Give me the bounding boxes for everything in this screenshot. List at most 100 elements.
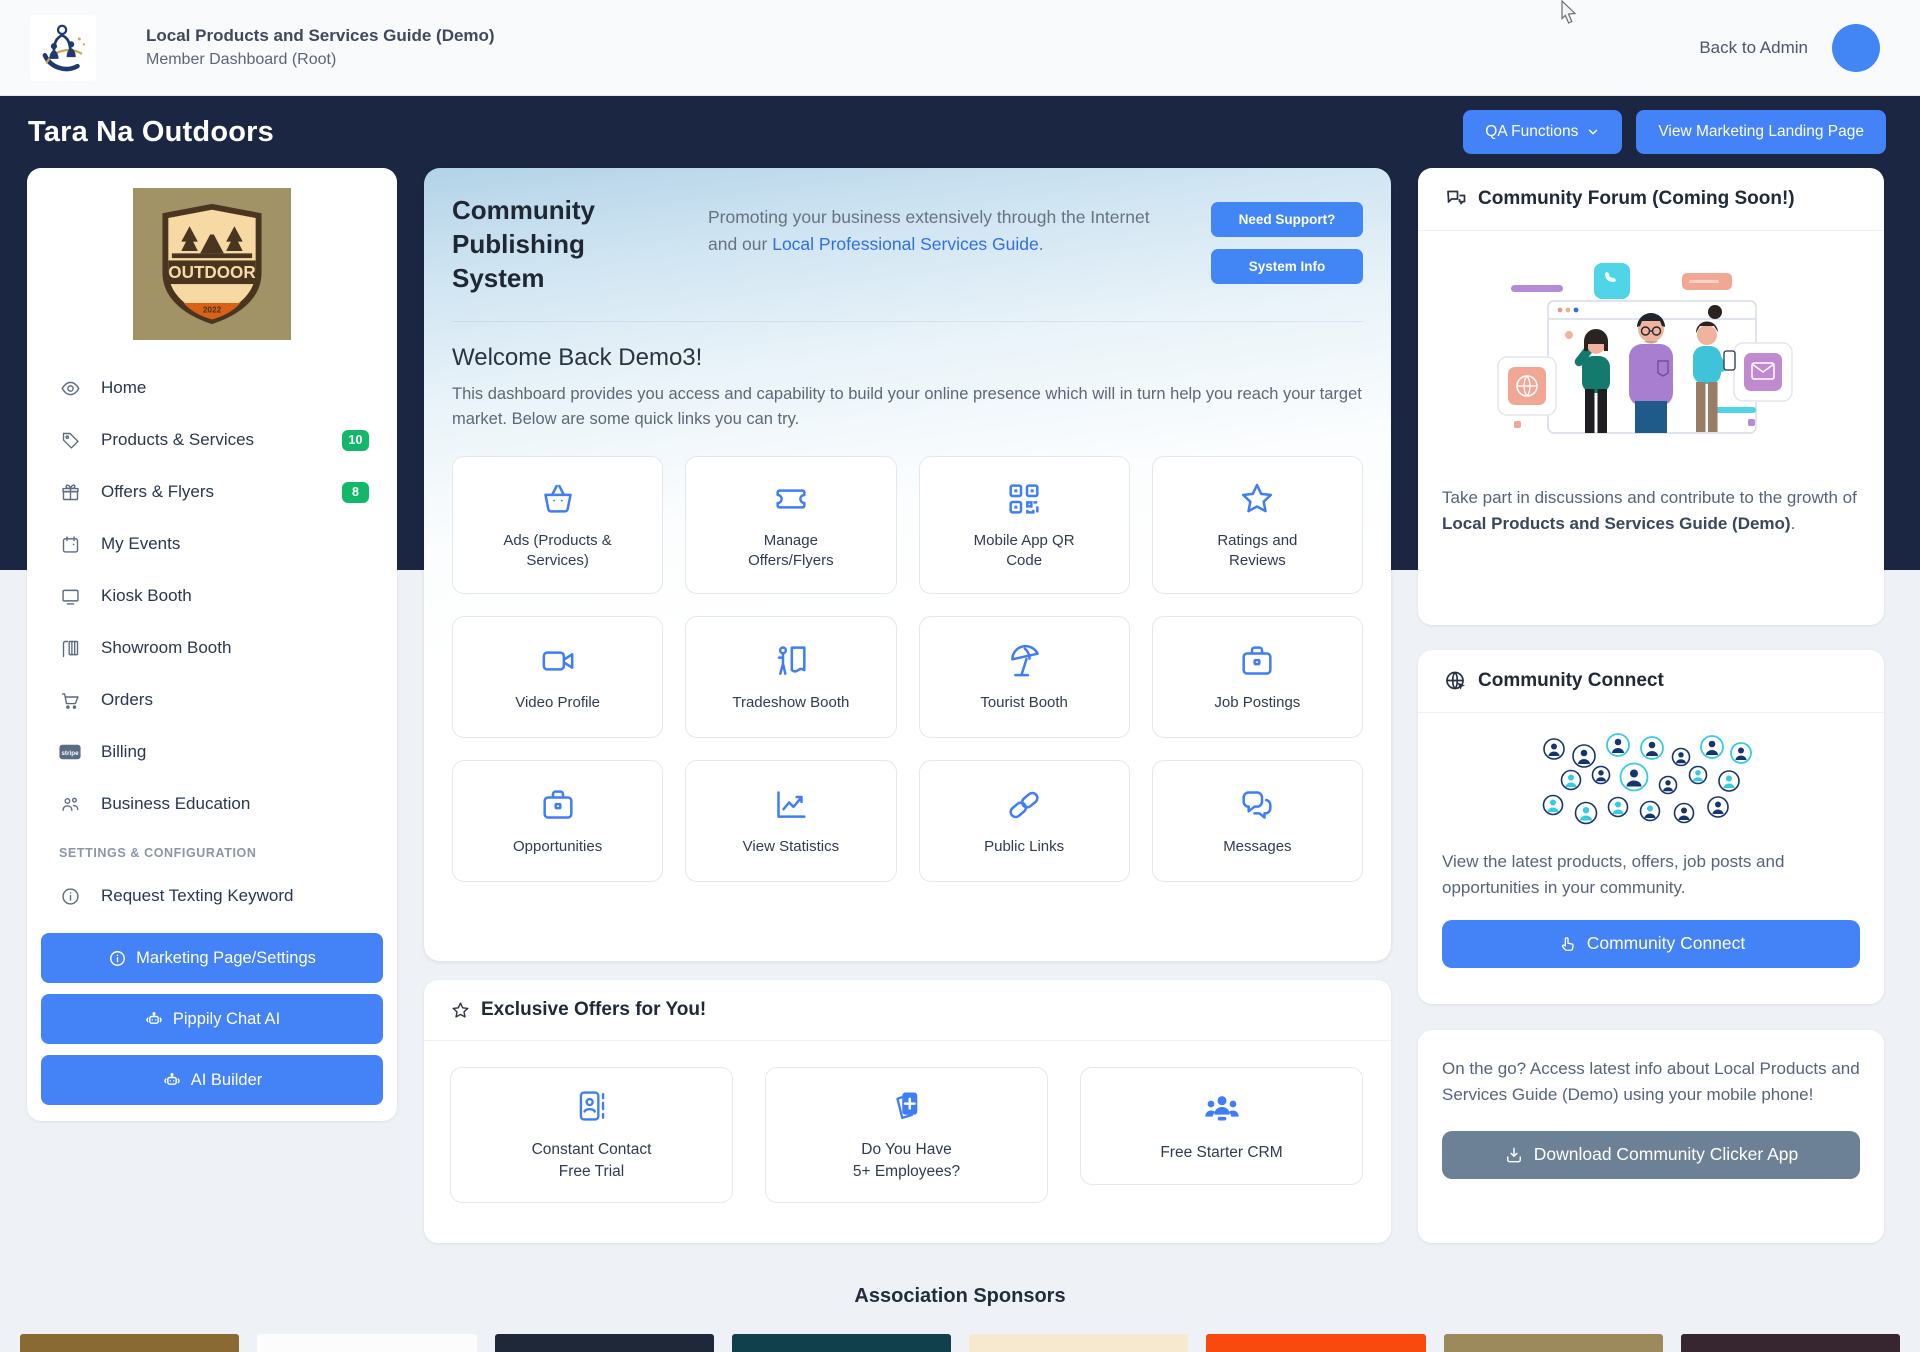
quick-link-opportunities[interactable]: Opportunities: [452, 759, 664, 882]
sidebar-item-offers-flyers[interactable]: Offers & Flyers 8: [41, 466, 383, 518]
sponsor-thumbnail[interactable]: [1206, 1334, 1426, 1352]
community-forum-illustration: [1442, 241, 1860, 485]
marketing-page-settings-button[interactable]: Marketing Page/Settings: [41, 933, 383, 983]
sidebar-item-showroom-booth[interactable]: Showroom Booth: [41, 622, 383, 674]
community-forum-card: Community Forum (Coming Soon!) Take part…: [1418, 168, 1884, 625]
showroom-icon: [59, 637, 81, 659]
offers-count-badge: 8: [342, 481, 369, 503]
mobile-app-description: On the go? Access latest info about Loca…: [1442, 1059, 1860, 1105]
quick-link-label: Job Postings: [1214, 693, 1301, 711]
community-logo-icon: [42, 24, 86, 71]
links-icon: [1009, 791, 1039, 818]
basket-icon: [543, 484, 572, 513]
tag-icon: [59, 429, 81, 451]
quick-link-ads[interactable]: Ads (Products & Services): [452, 455, 664, 594]
app-subtitle: Member Dashboard (Root): [146, 51, 337, 68]
qa-functions-button[interactable]: QA Functions: [1463, 110, 1623, 154]
sponsor-thumbnail[interactable]: [969, 1334, 1189, 1352]
sidebar-item-home[interactable]: Home: [41, 362, 383, 414]
quick-link-tourist-booth[interactable]: Tourist Booth: [918, 615, 1130, 738]
pippily-chat-ai-button[interactable]: Pippily Chat AI: [41, 994, 383, 1044]
sponsor-thumbnail[interactable]: [1443, 1334, 1663, 1352]
download-icon: [1506, 1147, 1521, 1163]
view-marketing-landing-page-button[interactable]: View Marketing Landing Page: [1636, 110, 1886, 154]
forum-text-bold: Local Products and Services Guide (Demo): [1442, 514, 1791, 534]
user-avatar[interactable]: [1832, 23, 1880, 72]
sidebar-item-business-education[interactable]: Business Education: [41, 778, 383, 830]
sidebar-item-my-events[interactable]: My Events: [41, 518, 383, 570]
chevron-down-icon: [1589, 129, 1598, 135]
hero-title: Community Publishing System: [452, 195, 595, 293]
quick-link-manage-offers[interactable]: Manage Offers/Flyers: [685, 455, 897, 594]
gift-icon: [59, 481, 81, 503]
svg-text:2022: 2022: [203, 305, 222, 314]
connect-description: View the latest products, offers, job po…: [1442, 852, 1785, 898]
business-name: Tara Na Outdoors: [28, 115, 274, 148]
sponsor-thumbnail[interactable]: [494, 1334, 714, 1352]
robot-icon: [146, 1012, 162, 1024]
app-header: Local Products and Services Guide (Demo)…: [0, 0, 1920, 96]
contact-card-icon: [579, 1091, 604, 1121]
sidebar-item-label: Showroom Booth: [101, 638, 232, 657]
quick-link-label: Video Profile: [515, 693, 601, 711]
quick-links-grid: Ads (Products & Services) Manage Offers/…: [452, 455, 1363, 882]
quick-link-label: Opportunities: [513, 837, 603, 855]
settings-section-label: SETTINGS & CONFIGURATION: [59, 846, 257, 860]
forum-text-period: .: [1790, 514, 1796, 534]
quick-link-job-postings[interactable]: Job Postings: [1151, 615, 1363, 738]
sidebar-item-label: Home: [101, 378, 147, 397]
quick-link-messages[interactable]: Messages: [1151, 759, 1363, 882]
clipboard-plus-icon: [895, 1092, 917, 1120]
community-connect-button[interactable]: Community Connect: [1442, 919, 1860, 968]
stripe-icon: stripe: [59, 741, 81, 763]
download-community-clicker-button[interactable]: Download Community Clicker App: [1442, 1130, 1860, 1179]
quick-link-video-profile[interactable]: Video Profile: [452, 615, 664, 738]
back-to-admin-link[interactable]: Back to Admin: [1699, 38, 1808, 58]
ai-builder-label: AI Builder: [190, 1070, 263, 1089]
welcome-description: This dashboard provides you access and c…: [452, 385, 1362, 429]
sidebar-item-billing[interactable]: stripe Billing: [41, 726, 383, 778]
ai-builder-button[interactable]: AI Builder: [41, 1055, 383, 1105]
connect-title: Community Connect: [1478, 670, 1664, 691]
chat-bubbles-icon: [1447, 190, 1466, 205]
sponsor-thumbnail[interactable]: [257, 1334, 477, 1352]
star-icon: [452, 1001, 469, 1018]
forum-text: Take part in discussions and contribute …: [1442, 488, 1857, 507]
sidebar-item-products-services[interactable]: Products & Services 10: [41, 414, 383, 466]
sidebar-item-label: My Events: [101, 534, 181, 553]
svg-text:OUTDOOR: OUTDOOR: [168, 263, 255, 282]
welcome-heading: Welcome Back Demo3!: [452, 344, 703, 372]
sidebar-item-kiosk-booth[interactable]: Kiosk Booth: [41, 570, 383, 622]
sponsor-thumbnail[interactable]: [1680, 1334, 1900, 1352]
quick-link-ratings-reviews[interactable]: Ratings and Reviews: [1151, 455, 1363, 594]
sponsor-row: [0, 1334, 1920, 1352]
pointer-hand-icon: [1561, 936, 1574, 951]
quick-link-label: Tourist Booth: [980, 693, 1068, 711]
sponsor-thumbnail[interactable]: [20, 1334, 240, 1352]
system-info-button[interactable]: System Info: [1211, 249, 1363, 284]
briefcase-icon: [543, 790, 573, 819]
sponsor-thumbnail[interactable]: [731, 1334, 951, 1352]
outdoor-tarana-badge: OUTDOOR TARANA 2022: [162, 203, 262, 325]
quick-link-view-statistics[interactable]: View Statistics: [685, 759, 897, 882]
offer-constant-contact[interactable]: Constant Contact Free Trial: [450, 1067, 733, 1203]
svg-text:TARANA: TARANA: [184, 284, 240, 299]
robot-icon: [164, 1073, 180, 1085]
quick-link-mobile-qr[interactable]: Mobile App QR Code: [918, 455, 1130, 594]
offer-5plus-employees[interactable]: Do You Have 5+ Employees?: [765, 1067, 1048, 1203]
sidebar-item-label: Products & Services: [101, 430, 255, 449]
offer-free-starter-crm[interactable]: Free Starter CRM: [1080, 1067, 1363, 1185]
qr-code-icon: [1009, 484, 1039, 514]
mobile-app-card: On the go? Access latest info about Loca…: [1418, 1030, 1884, 1243]
quick-link-public-links[interactable]: Public Links: [918, 759, 1130, 882]
association-sponsors-section: Association Sponsors: [0, 1285, 1920, 1352]
people-icon: [59, 793, 81, 815]
view-marketing-label: View Marketing Landing Page: [1658, 123, 1864, 140]
community-avatars-illustration: [1442, 727, 1860, 849]
sidebar-item-request-texting-keyword[interactable]: Request Texting Keyword: [41, 870, 383, 922]
app-title: Local Products and Services Guide (Demo): [146, 26, 495, 45]
need-support-button[interactable]: Need Support?: [1211, 202, 1363, 237]
quick-link-tradeshow-booth[interactable]: Tradeshow Booth: [685, 615, 897, 738]
local-professional-services-guide-link[interactable]: Local Professional Services Guide: [772, 234, 1039, 254]
sidebar-item-orders[interactable]: Orders: [41, 674, 383, 726]
